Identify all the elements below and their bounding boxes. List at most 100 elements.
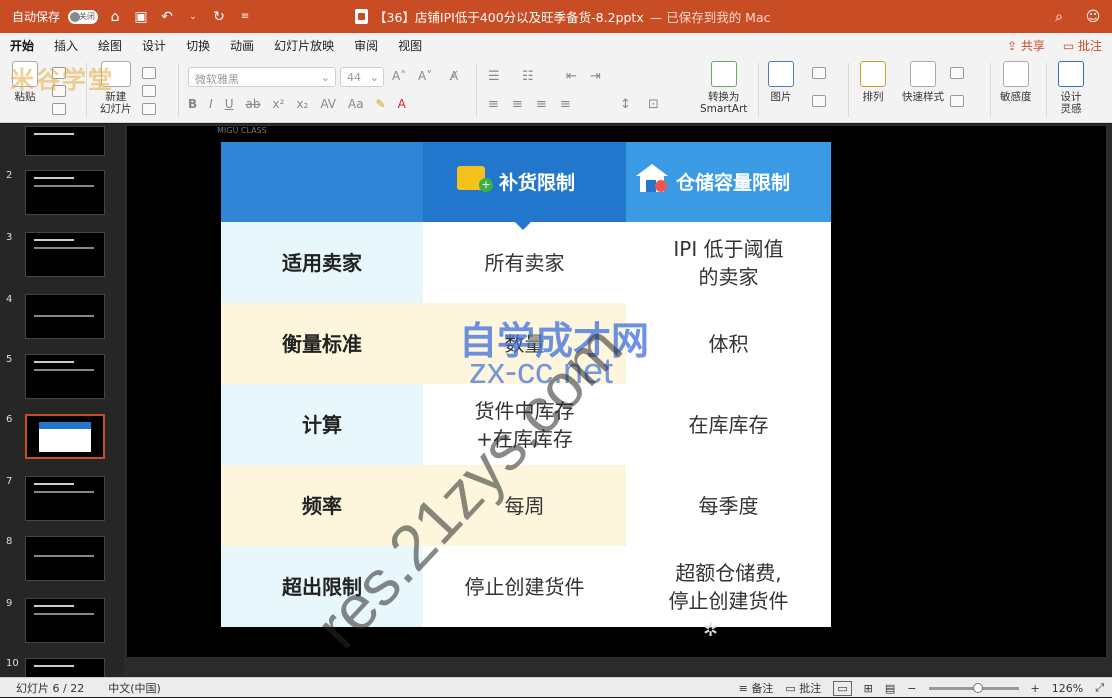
text-box-icon[interactable]: ⊡	[648, 97, 659, 112]
tab-draw[interactable]: 绘图	[88, 33, 132, 57]
underline-icon[interactable]: U	[225, 97, 234, 111]
tab-design[interactable]: 设计	[132, 33, 176, 57]
decrease-indent-icon[interactable]: ⇤	[566, 69, 577, 84]
font-name-select[interactable]: 微软雅黑 ⌄	[188, 67, 336, 87]
convert-smartart-button[interactable]: 转换为 SmartArt	[700, 61, 747, 115]
tab-slideshow[interactable]: 幻灯片放映	[264, 33, 344, 57]
picture-button[interactable]: 图片	[768, 61, 794, 103]
slide-thumbnail[interactable]: 5	[0, 354, 124, 406]
tab-home[interactable]: 开始	[0, 33, 44, 57]
designer-icon	[1058, 61, 1084, 87]
format-painter-icon[interactable]	[52, 103, 66, 115]
slide-thumbnail[interactable]: 7	[0, 476, 124, 528]
autosave-toggle[interactable]: 关闭	[68, 9, 99, 24]
zoom-slider[interactable]	[928, 682, 1019, 693]
font-size-select[interactable]: 44 ⌄	[340, 67, 384, 87]
slide-thumbnail-image	[25, 598, 105, 643]
share-button[interactable]: ⇪ 共享	[1007, 37, 1045, 54]
shapes-icon[interactable]	[812, 67, 826, 79]
comment-icon: ▭	[785, 682, 800, 695]
change-case-icon[interactable]: Aa	[348, 97, 364, 111]
divider	[758, 63, 759, 117]
slide-thumbnail[interactable]: 2	[0, 170, 124, 222]
quick-styles-icon	[910, 61, 936, 87]
italic-icon[interactable]: I	[209, 97, 213, 111]
textbox-insert-icon[interactable]	[812, 95, 826, 107]
section-icon[interactable]	[142, 103, 156, 115]
line-spacing-icon[interactable]: ↕	[620, 97, 631, 112]
numbering-icon[interactable]: ☷	[522, 69, 534, 84]
zoom-level[interactable]: 126%	[1052, 682, 1083, 695]
bullets-icon[interactable]: ☰	[488, 69, 500, 84]
table-cell: 货件中库存 +在库库存	[474, 398, 575, 451]
fit-to-window-icon[interactable]: ⤢	[1095, 681, 1104, 695]
tab-insert[interactable]: 插入	[44, 33, 88, 57]
zoom-out-icon[interactable]: −	[907, 682, 916, 695]
table-cell: IPI 低于阈值 的卖家	[673, 236, 784, 289]
slide-thumbnail-panel[interactable]: 2 3 4 5 6 7 8 9 10	[0, 124, 124, 677]
zoom-slider-knob[interactable]	[972, 682, 983, 693]
superscript-icon[interactable]: x²	[272, 97, 284, 111]
slide-sorter-icon[interactable]: ⊞	[864, 682, 873, 695]
quick-styles-button[interactable]: 快速样式	[902, 61, 944, 103]
customize-toolbar-icon[interactable]: ≡	[236, 8, 254, 26]
slide-editor-canvas[interactable]: MIGU CLASS + 补货限制 仓储容量限制 适用卖家 所有卖家 IPI 低…	[124, 124, 1112, 677]
increase-indent-icon[interactable]: ⇥	[590, 69, 601, 84]
save-icon[interactable]: ▣	[132, 8, 150, 26]
align-left-icon[interactable]: ≡	[488, 97, 499, 112]
slide-thumbnail[interactable]: 3	[0, 232, 124, 284]
chevron-down-icon[interactable]: ⌄	[184, 8, 202, 26]
align-right-icon[interactable]: ≡	[536, 97, 547, 112]
normal-view-icon[interactable]: ▭	[833, 680, 852, 696]
slide-thumbnail[interactable]: 10	[0, 658, 124, 677]
bold-icon[interactable]: B	[188, 97, 197, 111]
table-row-label: 衡量标准	[282, 331, 362, 356]
slide-thumbnail[interactable]: 8	[0, 536, 124, 588]
slide-thumbnail-image	[25, 354, 105, 399]
divider	[990, 63, 991, 117]
search-icon[interactable]: ⌕	[1050, 8, 1068, 26]
slide-thumbnail[interactable]: 9	[0, 598, 124, 650]
strikethrough-icon[interactable]: ab	[246, 97, 261, 111]
notes-button[interactable]: ≡ 备注	[739, 680, 774, 696]
align-center-icon[interactable]: ≡	[512, 97, 523, 112]
home-icon[interactable]: ⌂	[106, 8, 124, 26]
tab-transitions[interactable]: 切换	[176, 33, 220, 57]
slide-thumbnail[interactable]: 4	[0, 294, 124, 346]
redo-icon[interactable]: ↻	[210, 8, 228, 26]
smiley-feedback-icon[interactable]: ☺	[1084, 8, 1102, 26]
slide-number: 7	[6, 476, 13, 487]
increase-font-icon[interactable]: A˄	[392, 69, 406, 83]
language-indicator[interactable]: 中文(中国)	[108, 680, 161, 696]
sensitivity-button[interactable]: 敏感度	[1000, 61, 1032, 103]
slide-thumbnail-active[interactable]: 6	[0, 414, 124, 466]
shape-outline-icon[interactable]	[950, 95, 964, 107]
reading-view-icon[interactable]: ▤	[885, 682, 895, 695]
current-slide[interactable]: MIGU CLASS + 补货限制 仓储容量限制 适用卖家 所有卖家 IPI 低…	[127, 126, 1106, 657]
comments-button[interactable]: ▭ 批注	[1063, 37, 1102, 54]
slide-number: 3	[6, 232, 13, 243]
arrange-button[interactable]: 排列	[860, 61, 886, 103]
comparison-table[interactable]: + 补货限制 仓储容量限制 适用卖家 所有卖家 IPI 低于阈值 的卖家 衡量标…	[221, 142, 831, 657]
decrease-font-icon[interactable]: A˅	[418, 69, 432, 83]
undo-icon[interactable]: ↶	[158, 8, 176, 26]
table-cell: 每周	[504, 493, 545, 518]
shape-fill-icon[interactable]	[950, 67, 964, 79]
picture-icon	[768, 61, 794, 87]
font-size-value: 44	[347, 71, 361, 84]
font-color-icon[interactable]: A	[398, 97, 406, 111]
table-cell: 超额仓储费, 停止创建货件	[668, 560, 789, 613]
comments-status-button[interactable]: ▭ 批注	[785, 680, 821, 696]
designer-button[interactable]: 设计 灵感	[1058, 61, 1084, 115]
layout-icon[interactable]	[142, 67, 156, 79]
tab-view[interactable]: 视图	[388, 33, 432, 57]
tab-animations[interactable]: 动画	[220, 33, 264, 57]
tab-review[interactable]: 审阅	[344, 33, 388, 57]
justify-icon[interactable]: ≡	[560, 97, 571, 112]
highlight-icon[interactable]: ✎	[376, 97, 386, 111]
zoom-in-icon[interactable]: +	[1031, 682, 1040, 695]
clear-format-icon[interactable]: A̸	[450, 69, 458, 83]
char-spacing-icon[interactable]: AV	[320, 97, 336, 111]
reset-icon[interactable]	[142, 85, 156, 97]
subscript-icon[interactable]: x₂	[296, 97, 308, 111]
